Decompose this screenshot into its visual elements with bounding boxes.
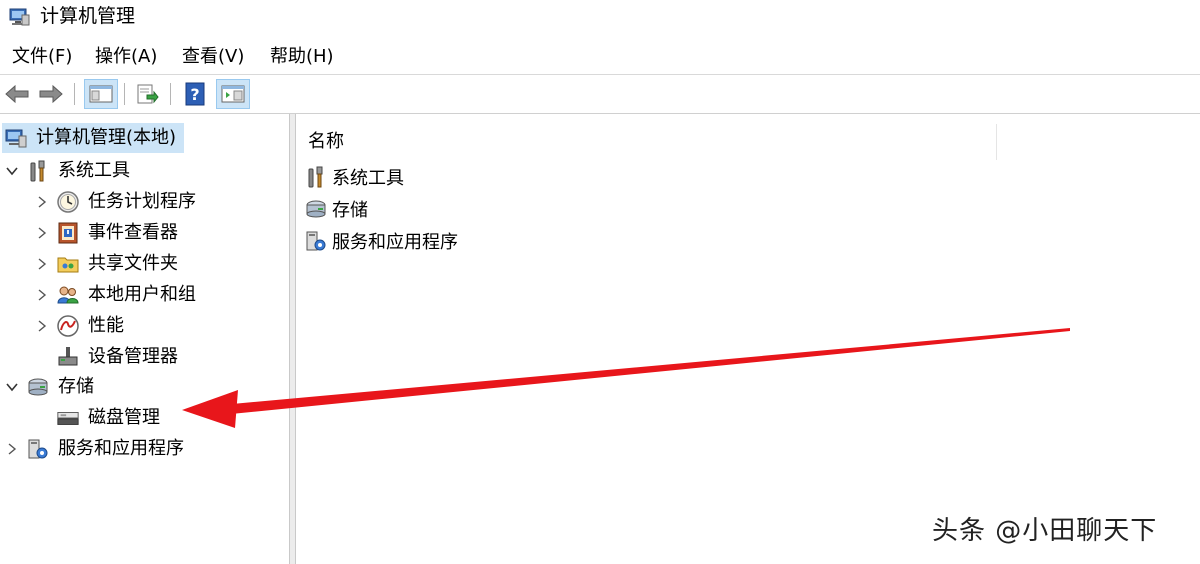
storage-icon [26,375,50,399]
storage-icon [304,197,328,221]
tools-icon [26,159,50,183]
menu-help[interactable]: 帮助(H) [268,46,336,68]
device-manager-icon [56,345,80,369]
list-item-storage[interactable]: 存储 [304,194,368,224]
back-arrow-icon [5,84,29,104]
tree-node-label: 任务计划程序 [88,191,196,212]
services-icon [26,437,50,461]
tree-node-task-scheduler[interactable]: 任务计划程序 [34,187,198,217]
title-bar: 计算机管理 [0,0,1200,34]
tree-node-services-applications[interactable]: 服务和应用程序 [4,434,186,464]
show-hide-tree-icon [89,85,113,103]
menu-file[interactable]: 文件(F) [10,46,74,68]
tree-node-device-manager[interactable]: 设备管理器 [56,342,180,372]
window-title: 计算机管理 [40,5,136,27]
column-header-name[interactable]: 名称 [296,124,997,160]
chevron-right-icon[interactable] [34,287,50,303]
chevron-right-icon[interactable] [34,225,50,241]
console-tree[interactable]: 计算机管理(本地) 系统工具 任务计划程序 事件查看器 共享文件夹 本地用户和组… [0,114,289,564]
performance-icon [56,314,80,338]
tree-node-disk-management[interactable]: 磁盘管理 [56,403,162,433]
tree-node-label: 性能 [88,315,124,336]
show-hide-action-pane-icon [221,85,245,103]
chevron-right-icon[interactable] [34,256,50,272]
computer-management-icon [4,126,28,150]
tree-node-label: 服务和应用程序 [58,438,184,459]
tree-node-label: 磁盘管理 [88,407,160,428]
toolbar-separator [124,83,125,105]
toolbar-separator [170,83,171,105]
list-item-services-applications[interactable]: 服务和应用程序 [304,226,458,256]
export-list-button[interactable] [132,79,162,109]
back-button[interactable] [2,79,32,109]
help-button[interactable]: ? [180,79,210,109]
tree-node-label: 计算机管理(本地) [36,127,177,148]
list-item-label: 存储 [332,200,368,221]
chevron-down-icon[interactable] [4,163,20,179]
show-hide-action-pane-button[interactable] [216,79,250,109]
tree-node-local-users-groups[interactable]: 本地用户和组 [34,280,198,310]
tree-node-shared-folders[interactable]: 共享文件夹 [34,249,180,279]
help-icon: ? [185,82,205,106]
toolbar: ? [0,75,1200,114]
tree-node-storage[interactable]: 存储 [4,372,96,402]
menu-view[interactable]: 查看(V) [180,46,246,68]
show-hide-tree-button[interactable] [84,79,118,109]
tree-node-performance[interactable]: 性能 [34,311,126,341]
disk-management-icon [56,406,80,430]
chevron-right-icon[interactable] [34,318,50,334]
tree-node-label: 设备管理器 [88,346,178,367]
computer-management-icon [8,5,30,27]
tree-node-computer-management[interactable]: 计算机管理(本地) [2,123,184,153]
shared-folder-icon [56,252,80,276]
users-icon [56,283,80,307]
menu-action[interactable]: 操作(A) [93,46,159,68]
forward-button[interactable] [36,79,66,109]
forward-arrow-icon [39,84,63,104]
tools-icon [304,165,328,189]
tree-node-label: 本地用户和组 [88,284,196,305]
toolbar-separator [74,83,75,105]
clock-icon [56,190,80,214]
tree-node-label: 存储 [58,376,94,397]
chevron-right-icon[interactable] [34,194,50,210]
tree-node-label: 共享文件夹 [88,253,178,274]
chevron-down-icon[interactable] [4,379,20,395]
export-list-icon [137,84,159,104]
chevron-right-icon[interactable] [4,441,20,457]
list-item-system-tools[interactable]: 系统工具 [304,162,404,192]
pane-splitter[interactable] [289,114,296,564]
tree-node-event-viewer[interactable]: 事件查看器 [34,218,180,248]
column-header-label: 名称 [308,131,344,152]
event-viewer-icon [56,221,80,245]
menu-bar: 文件(F) 操作(A) 查看(V) 帮助(H) [0,40,1200,75]
results-list[interactable]: 名称 系统工具 存储 服务和应用程序 [296,114,1200,564]
list-item-label: 服务和应用程序 [332,232,458,253]
services-icon [304,229,328,253]
list-item-label: 系统工具 [332,168,404,189]
tree-node-label: 系统工具 [58,160,130,181]
tree-node-system-tools[interactable]: 系统工具 [4,156,132,186]
svg-text:?: ? [190,85,199,104]
watermark-text: 头条 @小田聊天下 [932,516,1158,546]
tree-node-label: 事件查看器 [88,222,178,243]
